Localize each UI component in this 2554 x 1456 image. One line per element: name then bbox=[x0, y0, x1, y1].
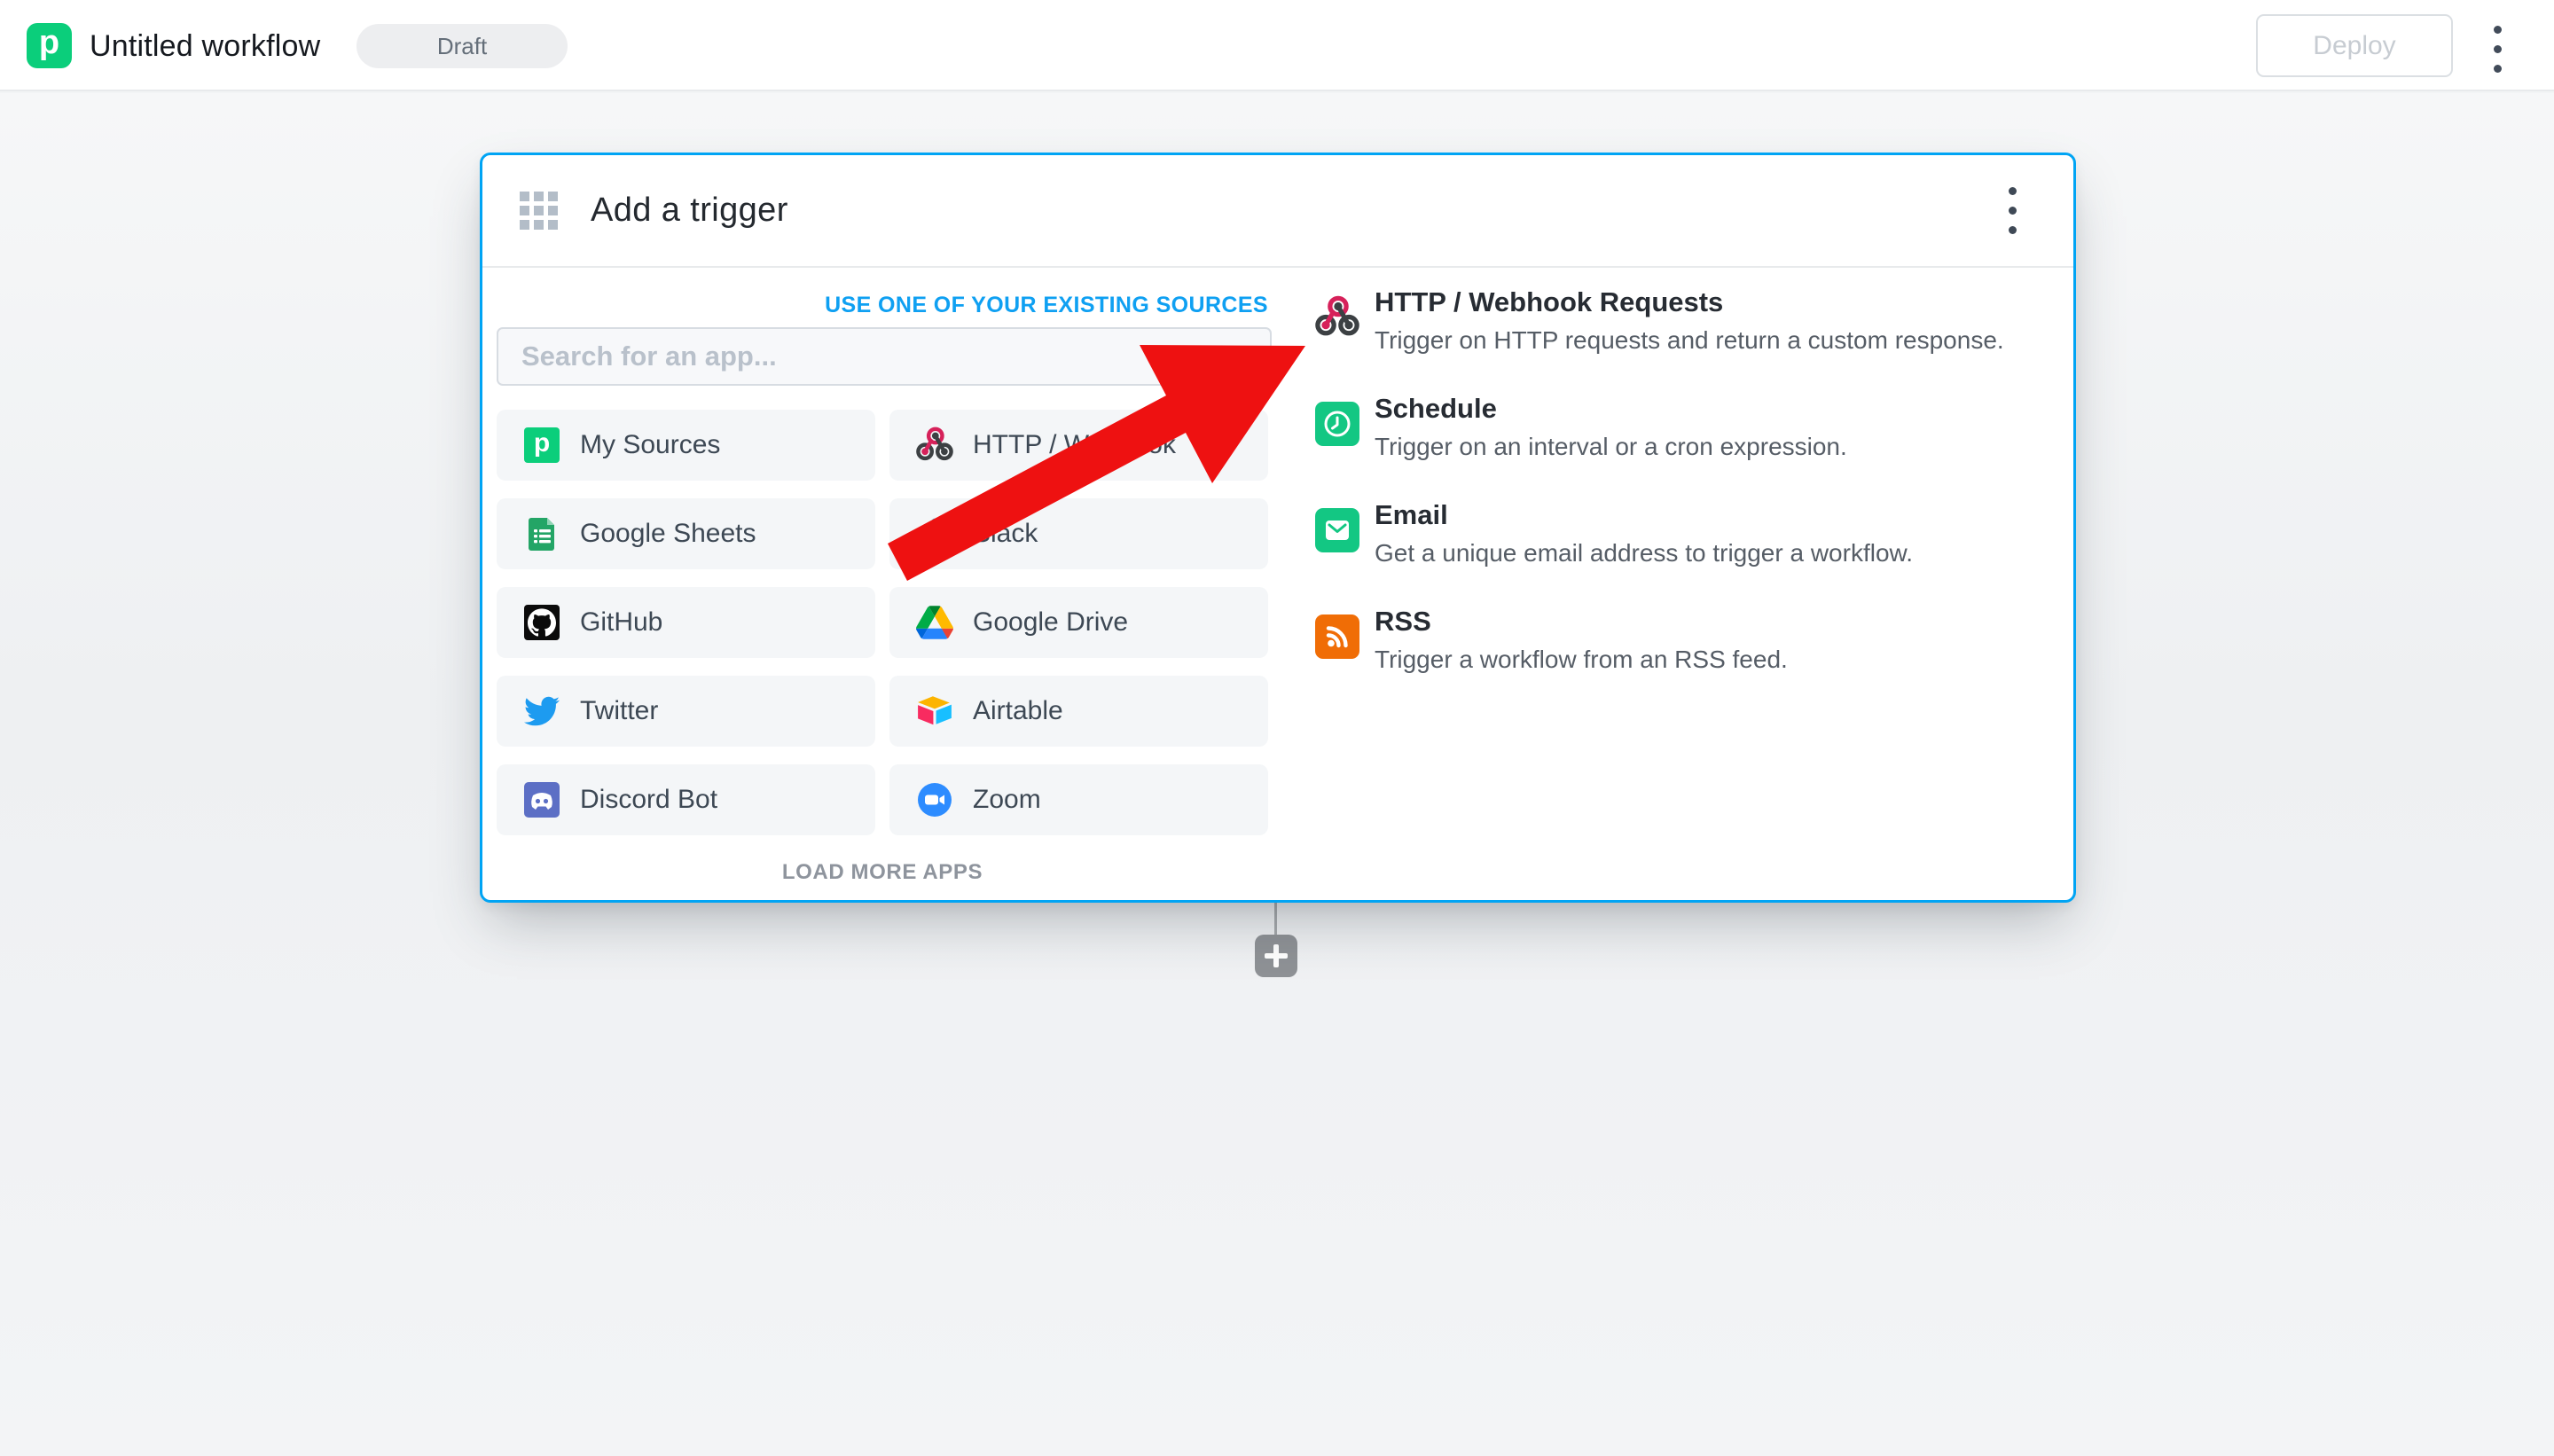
trigger-title: RSS bbox=[1375, 606, 1431, 637]
app-button-http-webhook[interactable]: HTTP / Webhook bbox=[889, 410, 1268, 481]
panel-more-options-icon[interactable] bbox=[2009, 187, 2017, 234]
rss-icon bbox=[1315, 614, 1359, 659]
webhook-icon bbox=[916, 427, 953, 464]
trigger-title: Email bbox=[1375, 499, 1448, 530]
google-drive-icon bbox=[916, 604, 953, 641]
trigger-description: Trigger on HTTP requests and return a cu… bbox=[1375, 326, 2004, 354]
panel-title: Add a trigger bbox=[591, 192, 788, 229]
discord-icon bbox=[523, 781, 560, 818]
workflow-title[interactable]: Untitled workflow bbox=[90, 29, 320, 64]
trigger-option-http-webhook[interactable]: HTTP / Webhook Requests Trigger on HTTP … bbox=[1315, 286, 2060, 355]
node-connector-line bbox=[1274, 903, 1277, 936]
pipedream-icon: p bbox=[523, 427, 560, 464]
trigger-option-schedule[interactable]: Schedule Trigger on an interval or a cro… bbox=[1315, 393, 2060, 461]
panel-header: Add a trigger bbox=[482, 155, 2073, 268]
email-icon bbox=[1315, 508, 1359, 552]
slack-icon bbox=[916, 515, 953, 552]
google-sheets-icon bbox=[523, 515, 560, 552]
add-step-button[interactable] bbox=[1255, 935, 1297, 977]
search-input[interactable] bbox=[497, 327, 1272, 386]
add-trigger-panel: Add a trigger USE ONE OF YOUR EXISTING S… bbox=[480, 153, 2076, 903]
workflow-canvas: Add a trigger USE ONE OF YOUR EXISTING S… bbox=[0, 93, 2554, 1456]
top-bar: p Untitled workflow Draft Deploy bbox=[0, 0, 2554, 91]
app-button-github[interactable]: GitHub bbox=[497, 587, 875, 658]
app-button-twitter[interactable]: Twitter bbox=[497, 676, 875, 747]
zoom-icon bbox=[916, 781, 953, 818]
app-button-airtable[interactable]: Airtable bbox=[889, 676, 1268, 747]
trigger-title: HTTP / Webhook Requests bbox=[1375, 286, 1724, 317]
twitter-icon bbox=[523, 693, 560, 730]
app-button-google-sheets[interactable]: Google Sheets bbox=[497, 498, 875, 569]
app-button-my-sources[interactable]: p My Sources bbox=[497, 410, 875, 481]
app-button-google-drive[interactable]: Google Drive bbox=[889, 587, 1268, 658]
load-more-apps-button[interactable]: LOAD MORE APPS bbox=[497, 860, 1268, 885]
trigger-title: Schedule bbox=[1375, 393, 1497, 424]
trigger-option-email[interactable]: Email Get a unique email address to trig… bbox=[1315, 499, 2060, 568]
trigger-description: Trigger on an interval or a cron express… bbox=[1375, 433, 1847, 460]
pipedream-logo-icon[interactable]: p bbox=[27, 23, 72, 68]
more-options-icon[interactable] bbox=[2494, 26, 2502, 73]
deploy-button[interactable]: Deploy bbox=[2256, 14, 2453, 77]
trigger-description: Get a unique email address to trigger a … bbox=[1375, 539, 1913, 567]
app-button-discord-bot[interactable]: Discord Bot bbox=[497, 764, 875, 835]
airtable-icon bbox=[916, 693, 953, 730]
app-button-zoom[interactable]: Zoom bbox=[889, 764, 1268, 835]
app-grid: p My Sources HTTP / Webhook Google Sheet… bbox=[497, 410, 1268, 835]
grid-icon bbox=[520, 192, 558, 230]
trigger-description: Trigger a workflow from an RSS feed. bbox=[1375, 646, 1788, 673]
trigger-option-rss[interactable]: RSS Trigger a workflow from an RSS feed. bbox=[1315, 606, 2060, 674]
status-badge: Draft bbox=[356, 24, 568, 68]
webhook-icon bbox=[1315, 295, 1359, 340]
existing-sources-link[interactable]: USE ONE OF YOUR EXISTING SOURCES bbox=[497, 293, 1268, 318]
app-button-slack[interactable]: Slack bbox=[889, 498, 1268, 569]
clock-icon bbox=[1315, 402, 1359, 446]
github-icon bbox=[523, 604, 560, 641]
